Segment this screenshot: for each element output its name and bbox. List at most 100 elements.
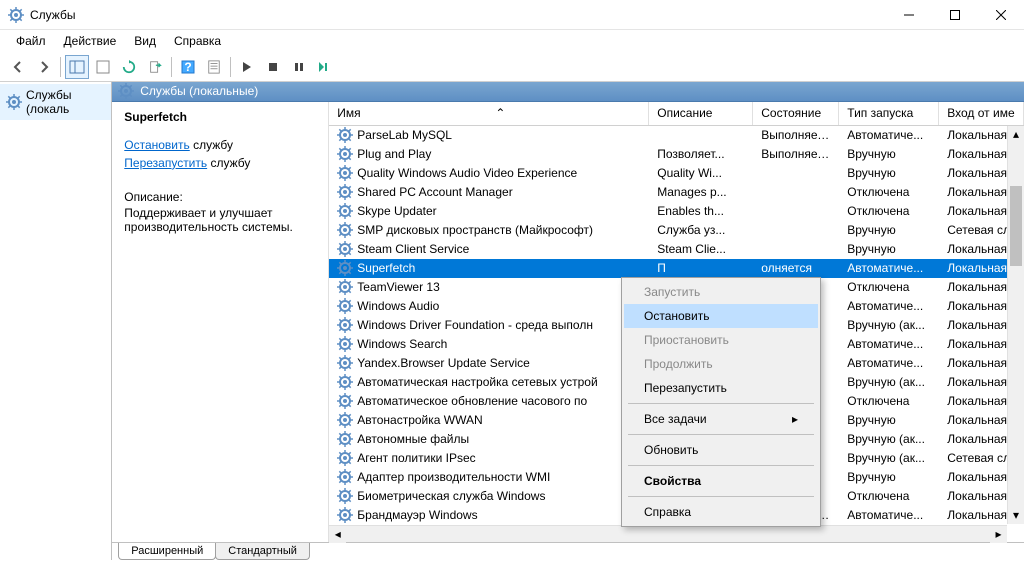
service-desc-cell: Enables th... [649,204,753,218]
service-start-cell: Отключена [839,280,939,294]
service-row[interactable]: Steam Client ServiceSteam Clie...Вручную… [329,240,1024,259]
col-desc[interactable]: Описание [649,102,753,125]
menu-file[interactable]: Файл [8,31,54,51]
service-icon [337,336,353,352]
service-start-cell: Вручную (ак... [839,451,939,465]
service-row[interactable]: SMP дисковых пространств (Майкрософт)Слу… [329,221,1024,240]
col-name[interactable]: Имя⌃ [329,102,649,125]
menu-action[interactable]: Действие [56,31,125,51]
svg-text:?: ? [184,60,191,74]
stop-link[interactable]: Остановить [124,138,190,152]
ctx-properties[interactable]: Свойства [624,469,818,493]
horizontal-scrollbar[interactable]: ◂ ▸ [329,525,1007,542]
help-button[interactable]: ? [176,55,200,79]
service-row[interactable]: SuperfetchПолняетсяАвтоматиче...Локальна… [329,259,1024,278]
description-text: Поддерживает и улучшает производительнос… [124,206,316,234]
main-area: Службы (локаль Службы (локальные) Superf… [0,82,1024,560]
service-desc-cell: Позволяет... [649,147,753,161]
service-name-cell: Агент политики IPsec [357,451,475,465]
service-desc-cell: Manages p... [649,185,753,199]
service-state-cell: Выполняется [753,128,839,142]
service-icon [337,488,353,504]
service-start-cell: Автоматиче... [839,261,939,275]
back-button[interactable] [6,55,30,79]
app-icon [8,7,24,23]
service-start-cell: Вручную [839,242,939,256]
service-start-cell: Отключена [839,394,939,408]
service-start-cell: Автоматиче... [839,337,939,351]
ctx-restart[interactable]: Перезапустить [624,376,818,400]
pause-service-button[interactable] [287,55,311,79]
service-name-cell: Автонастройка WWAN [357,413,482,427]
restart-link[interactable]: Перезапустить [124,156,207,170]
scroll-left-button[interactable]: ◂ [329,526,346,543]
view-split-button[interactable] [65,55,89,79]
stop-service-button[interactable] [261,55,285,79]
service-row[interactable]: ParseLab MySQLВыполняетсяАвтоматиче...Ло… [329,126,1024,145]
service-desc-cell: П [649,261,753,275]
scroll-thumb[interactable] [1010,186,1022,266]
tab-standard[interactable]: Стандартный [215,543,310,560]
service-icon [337,412,353,428]
tabs-bar: Расширенный Стандартный [112,542,1024,560]
service-start-cell: Отключена [839,185,939,199]
scroll-up-button[interactable]: ▴ [1008,126,1024,143]
refresh2-button[interactable] [117,55,141,79]
refresh-button[interactable] [91,55,115,79]
title-bar: Службы [0,0,1024,30]
maximize-button[interactable] [932,0,978,30]
menu-help[interactable]: Справка [166,31,229,51]
service-icon [337,450,353,466]
tree-root-item[interactable]: Службы (локаль [0,84,111,120]
menu-view[interactable]: Вид [126,31,164,51]
col-state[interactable]: Состояние [753,102,839,125]
ctx-pause[interactable]: Приостановить [624,328,818,352]
service-icon [337,431,353,447]
service-icon [337,241,353,257]
service-row[interactable]: Quality Windows Audio Video ExperienceQu… [329,164,1024,183]
service-start-cell: Автоматиче... [839,356,939,370]
service-name-cell: Автоматическое обновление часового по [357,394,587,408]
service-icon [337,165,353,181]
service-name-cell: Shared PC Account Manager [357,185,512,199]
service-desc-cell: Служба уз... [649,223,753,237]
tree-root-label: Службы (локаль [26,88,105,116]
ctx-help[interactable]: Справка [624,500,818,524]
scroll-down-button[interactable]: ▾ [1008,507,1024,524]
col-start[interactable]: Тип запуска [839,102,939,125]
export-button[interactable] [143,55,167,79]
close-button[interactable] [978,0,1024,30]
ctx-stop[interactable]: Остановить [624,304,818,328]
service-icon [337,507,353,523]
service-name-cell: ParseLab MySQL [357,128,452,142]
service-start-cell: Вручную [839,470,939,484]
service-row[interactable]: Skype UpdaterEnables th...ОтключенаЛокал… [329,202,1024,221]
service-start-cell: Автоматиче... [839,299,939,313]
tab-extended[interactable]: Расширенный [118,543,216,560]
ctx-refresh[interactable]: Обновить [624,438,818,462]
list-header: Имя⌃ Описание Состояние Тип запуска Вход… [329,102,1024,126]
panel-header: Службы (локальные) [112,82,1024,102]
service-row[interactable]: Shared PC Account Manager Manages p... Отк… [329,183,1024,202]
scroll-right-button[interactable]: ▸ [990,526,1007,543]
service-name-cell: TeamViewer 13 [357,280,440,294]
service-icon [337,298,353,314]
col-logon[interactable]: Вход от име [939,102,1024,125]
ctx-all-tasks[interactable]: Все задачи▸ [624,407,818,431]
service-start-cell: Отключена [839,204,939,218]
service-state-cell: олняется [753,261,839,275]
forward-button[interactable] [32,55,56,79]
start-service-button[interactable] [235,55,259,79]
service-icon [337,374,353,390]
ctx-start[interactable]: Запустить [624,280,818,304]
service-name-cell: Skype Updater [357,204,436,218]
detail-pane: Superfetch Остановить службу Перезапусти… [112,102,328,542]
ctx-resume[interactable]: Продолжить [624,352,818,376]
minimize-button[interactable] [886,0,932,30]
service-icon [337,146,353,162]
service-row[interactable]: Plug and PlayПозволяет...ВыполняетсяВруч… [329,145,1024,164]
properties-button[interactable] [202,55,226,79]
restart-service-button[interactable] [313,55,337,79]
service-start-cell: Автоматиче... [839,128,939,142]
vertical-scrollbar[interactable]: ▴ ▾ [1007,126,1024,524]
